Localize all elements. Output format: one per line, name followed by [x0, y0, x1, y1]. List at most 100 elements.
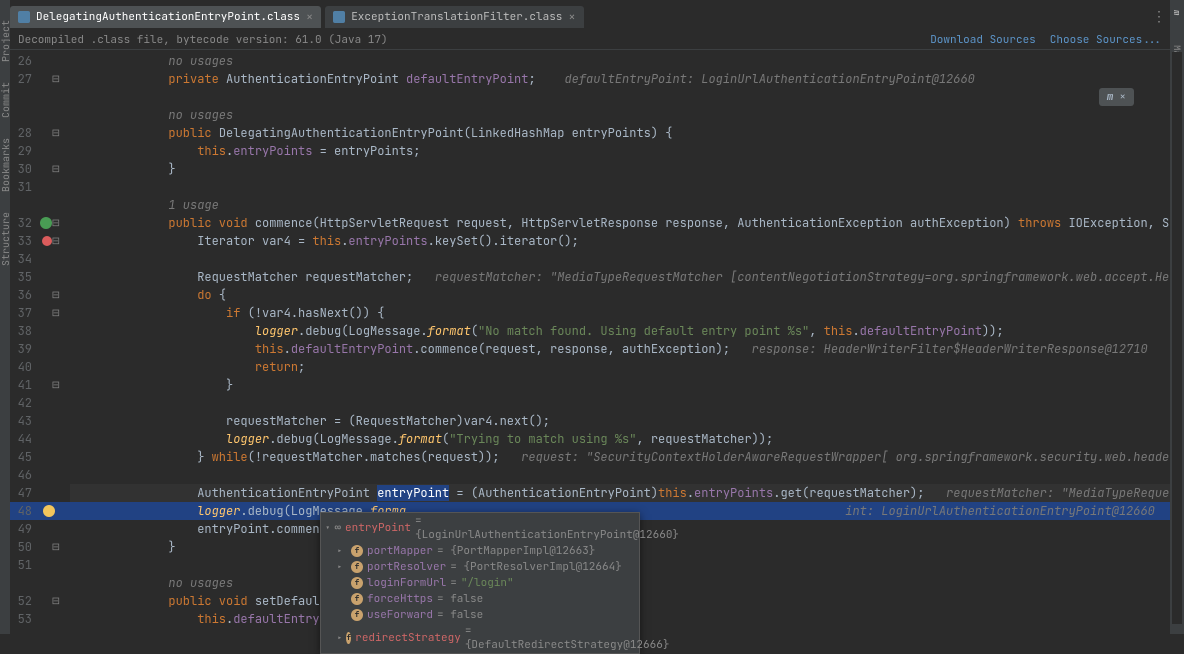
code-content[interactable] — [70, 178, 1170, 196]
code-line[interactable]: 47 AuthenticationEntryPoint entryPoint =… — [10, 484, 1170, 502]
gutter[interactable] — [38, 142, 70, 160]
gutter[interactable] — [38, 556, 70, 574]
code-line[interactable]: 32⊟ public void commence(HttpServletRequ… — [10, 214, 1170, 232]
gutter[interactable] — [38, 394, 70, 412]
code-content[interactable]: AuthenticationEntryPoint entryPoint = (A… — [70, 484, 1170, 502]
code-line[interactable]: 1 usage — [10, 196, 1170, 214]
debug-variable-row[interactable]: f loginFormUrl = "/login" — [321, 575, 639, 591]
fold-icon[interactable]: ⊟ — [52, 70, 60, 88]
gutter[interactable] — [38, 268, 70, 286]
code-content[interactable]: return; — [70, 358, 1170, 376]
gutter[interactable]: ⊟ — [38, 304, 70, 322]
gutter[interactable] — [38, 106, 70, 124]
gutter[interactable] — [38, 466, 70, 484]
code-line[interactable]: 42 — [10, 394, 1170, 412]
code-line[interactable]: 34 — [10, 250, 1170, 268]
code-line[interactable]: 45 } while(!requestMatcher.matches(reque… — [10, 448, 1170, 466]
gutter[interactable] — [38, 574, 70, 592]
code-content[interactable]: no usages — [70, 106, 1170, 124]
code-content[interactable] — [70, 250, 1170, 268]
scrollbar[interactable] — [1172, 52, 1182, 624]
tab-exception[interactable]: ExceptionTranslationFilter.class × — [325, 6, 583, 28]
gutter[interactable] — [38, 412, 70, 430]
breakpoint-icon[interactable] — [42, 236, 52, 246]
code-content[interactable]: no usages — [70, 52, 1170, 70]
left-tool-strip[interactable]: Project Commit Bookmarks Structure — [0, 0, 10, 634]
gutter[interactable] — [38, 196, 70, 214]
gutter[interactable] — [38, 52, 70, 70]
debug-variable-row[interactable]: ▸f portMapper = {PortMapperImpl@12663} — [321, 543, 639, 559]
gutter[interactable]: ⊟ — [38, 70, 70, 88]
code-line[interactable] — [10, 88, 1170, 106]
fold-icon[interactable]: ⊟ — [52, 286, 60, 304]
gutter[interactable]: ⊟ — [38, 286, 70, 304]
gutter[interactable] — [38, 322, 70, 340]
code-line[interactable]: 36⊟ do { — [10, 286, 1170, 304]
maven-icon[interactable]: m — [1171, 10, 1183, 15]
code-content[interactable]: do { — [70, 286, 1170, 304]
code-line[interactable]: no usages — [10, 106, 1170, 124]
code-line[interactable]: 26 no usages — [10, 52, 1170, 70]
code-line[interactable]: 46 — [10, 466, 1170, 484]
gutter[interactable]: ⊟ — [38, 124, 70, 142]
fold-icon[interactable]: ⊟ — [52, 214, 60, 232]
code-line[interactable]: 37⊟ if (!var4.hasNext()) { — [10, 304, 1170, 322]
gutter[interactable]: ⊟ — [38, 160, 70, 178]
code-content[interactable] — [70, 394, 1170, 412]
code-line[interactable]: 40 return; — [10, 358, 1170, 376]
code-content[interactable]: requestMatcher = (RequestMatcher)var4.ne… — [70, 412, 1170, 430]
fold-icon[interactable]: ⊟ — [52, 592, 60, 610]
code-content[interactable]: logger.debug(LogMessage.format("Trying t… — [70, 430, 1170, 448]
debug-variable-row[interactable]: ▸f portResolver = {PortResolverImpl@1266… — [321, 559, 639, 575]
gutter[interactable] — [38, 340, 70, 358]
code-content[interactable]: public DelegatingAuthenticationEntryPoin… — [70, 124, 1170, 142]
code-content[interactable]: public void commence(HttpServletRequest … — [70, 214, 1170, 232]
gutter[interactable] — [38, 484, 70, 502]
gutter[interactable] — [38, 88, 70, 106]
gutter[interactable]: ⊟ — [38, 592, 70, 610]
code-content[interactable]: Iterator var4 = this.entryPoints.keySet(… — [70, 232, 1170, 250]
fold-icon[interactable]: ⊟ — [52, 304, 60, 322]
gutter[interactable] — [38, 502, 70, 520]
gutter[interactable]: ⊟ — [38, 214, 70, 232]
code-content[interactable]: } — [70, 376, 1170, 394]
close-icon[interactable]: × — [306, 9, 313, 25]
debug-variable-row[interactable]: ▸f redirectStrategy = {DefaultRedirectSt… — [321, 623, 639, 653]
debug-variable-popup[interactable]: ▾∞ entryPoint = {LoginUrlAuthenticationE… — [320, 512, 640, 654]
code-line[interactable]: 43 requestMatcher = (RequestMatcher)var4… — [10, 412, 1170, 430]
gutter[interactable] — [38, 448, 70, 466]
code-content[interactable]: this.defaultEntryPoint.commence(request,… — [70, 340, 1170, 358]
gutter[interactable] — [38, 610, 70, 628]
code-content[interactable]: if (!var4.hasNext()) { — [70, 304, 1170, 322]
code-content[interactable]: } while(!requestMatcher.matches(request)… — [70, 448, 1170, 466]
code-content[interactable] — [70, 466, 1170, 484]
expand-arrow-icon[interactable]: ▸ — [337, 545, 347, 557]
code-content[interactable] — [70, 88, 1170, 106]
code-line[interactable]: 44 logger.debug(LogMessage.format("Tryin… — [10, 430, 1170, 448]
gutter[interactable]: ⊟ — [38, 376, 70, 394]
code-line[interactable]: 31 — [10, 178, 1170, 196]
more-icon[interactable]: ⋮ — [1152, 8, 1166, 26]
code-content[interactable]: } — [70, 160, 1170, 178]
code-line[interactable]: 38 logger.debug(LogMessage.format("No ma… — [10, 322, 1170, 340]
gutter[interactable] — [38, 358, 70, 376]
download-sources-link[interactable]: Download Sources — [930, 33, 1036, 47]
code-content[interactable]: RequestMatcher requestMatcher; requestMa… — [70, 268, 1170, 286]
code-line[interactable]: 29 this.entryPoints = entryPoints; — [10, 142, 1170, 160]
debug-variable-row[interactable]: ▾∞ entryPoint = {LoginUrlAuthenticationE… — [321, 513, 639, 543]
gutter[interactable] — [38, 178, 70, 196]
code-line[interactable]: 39 this.defaultEntryPoint.commence(reque… — [10, 340, 1170, 358]
choose-sources-link[interactable]: Choose Sources... — [1050, 33, 1162, 47]
code-content[interactable]: private AuthenticationEntryPoint default… — [70, 70, 1170, 88]
fold-icon[interactable]: ⊟ — [52, 232, 60, 250]
code-line[interactable]: 33⊟ Iterator var4 = this.entryPoints.key… — [10, 232, 1170, 250]
tab-delegating[interactable]: DelegatingAuthenticationEntryPoint.class… — [10, 6, 321, 28]
fold-icon[interactable]: ⊟ — [52, 538, 60, 556]
gutter[interactable] — [38, 520, 70, 538]
gutter[interactable]: ⊟ — [38, 538, 70, 556]
fold-icon[interactable]: ⊟ — [52, 160, 60, 178]
fold-icon[interactable]: ⊟ — [52, 376, 60, 394]
expand-arrow-icon[interactable]: ▸ — [337, 561, 347, 573]
debug-variable-row[interactable]: f forceHttps = false — [321, 591, 639, 607]
expand-arrow-icon[interactable]: ▾ — [325, 522, 330, 534]
